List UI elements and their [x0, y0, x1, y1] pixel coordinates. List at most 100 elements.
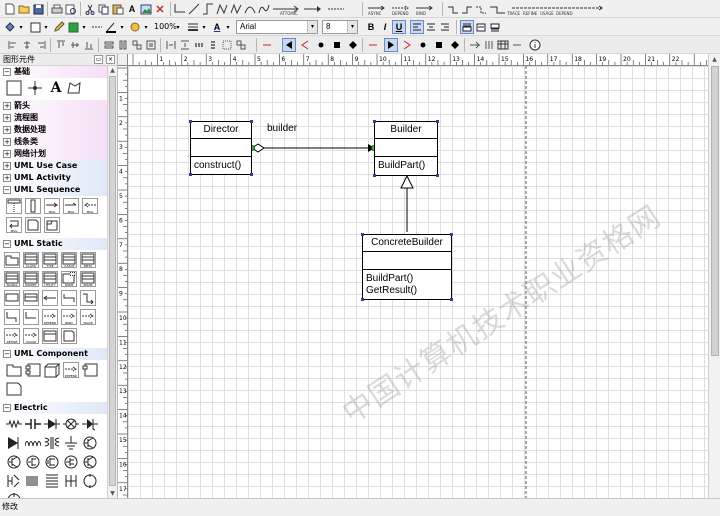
shadow-icon[interactable]	[128, 20, 142, 34]
connector-elbow-icon[interactable]	[173, 2, 187, 16]
static-parameterized-icon[interactable]: PARM	[61, 271, 77, 287]
align-left-icon[interactable]	[410, 20, 424, 34]
resistor-icon[interactable]	[6, 416, 22, 432]
line-end-arrow-filled-icon[interactable]	[384, 38, 398, 52]
category-uml-use-case[interactable]: + UML Use Case	[0, 160, 117, 172]
paste-icon[interactable]	[111, 2, 125, 16]
distribute-v-icon[interactable]	[206, 38, 220, 52]
transistor-icon[interactable]	[82, 435, 98, 451]
static-exception-icon[interactable]: EXCEPT	[23, 271, 39, 287]
static-refine-icon[interactable]: REFINE	[4, 328, 20, 344]
zoom-dropdown-icon[interactable]: ▾	[174, 20, 182, 34]
line-start-arrow-open-icon[interactable]	[298, 38, 312, 52]
freeform-shape-icon[interactable]	[66, 80, 82, 96]
seq-async-message-icon[interactable]: MSG	[63, 198, 79, 214]
diode-icon[interactable]	[44, 416, 60, 432]
align-objects-top-icon[interactable]	[54, 38, 68, 52]
relay-icon[interactable]	[25, 473, 41, 489]
drawing-canvas[interactable]: builder Director construct() Builder Bui…	[128, 66, 708, 498]
category-uml-static[interactable]: − UML Static	[0, 238, 117, 250]
info-icon[interactable]	[528, 38, 542, 52]
line-end-square-icon[interactable]	[432, 38, 446, 52]
ungroup-icon[interactable]	[234, 38, 248, 52]
category-network-plan[interactable]: + 网络计划	[0, 148, 117, 160]
category-flowchart[interactable]: + 流程图	[0, 112, 117, 124]
line-end-diamond-icon[interactable]	[448, 38, 462, 52]
same-height-icon[interactable]	[116, 38, 130, 52]
print-preview-icon[interactable]	[64, 2, 78, 16]
diode-triangle-icon[interactable]	[6, 435, 22, 451]
component-depend-icon[interactable]: DEPEND	[63, 362, 79, 378]
pencil-icon[interactable]	[52, 20, 66, 34]
palette-scrollbar[interactable]: ▲ ▼	[107, 66, 117, 498]
line-end-dot-icon[interactable]	[416, 38, 430, 52]
save-icon[interactable]	[31, 2, 45, 16]
green-fill-icon[interactable]	[66, 20, 80, 34]
connector-s1-icon[interactable]	[446, 2, 460, 16]
valign-middle-icon[interactable]	[474, 20, 488, 34]
category-data-processing[interactable]: + 数据处理	[0, 124, 117, 136]
connector-s3-icon[interactable]	[474, 2, 488, 16]
line-end-none-icon[interactable]	[366, 38, 380, 52]
arc-icon[interactable]	[243, 2, 257, 16]
static-utility-icon[interactable]: UTILITY	[42, 271, 58, 287]
align-objects-bottom-icon[interactable]	[82, 38, 96, 52]
static-component-icon[interactable]	[42, 328, 58, 344]
border-dropdown-icon[interactable]: ▾	[42, 20, 50, 34]
table-icon[interactable]	[496, 38, 510, 52]
image-icon[interactable]	[139, 2, 153, 16]
line-weight-dropdown-icon[interactable]: ▾	[200, 20, 208, 34]
pin-icon[interactable]: ▭	[94, 55, 103, 64]
curve-icon[interactable]	[257, 2, 271, 16]
fill-dropdown-icon[interactable]: ▾	[17, 20, 25, 34]
static-realization-icon[interactable]	[23, 309, 39, 325]
static-trace-icon[interactable]: TRACE	[80, 309, 96, 325]
line-arrow-icon[interactable]	[302, 2, 324, 16]
scroll-up-icon[interactable]: ▲	[108, 66, 117, 75]
static-interface-icon[interactable]: U-FACE	[61, 252, 77, 268]
green-dropdown-icon[interactable]: ▾	[80, 20, 88, 34]
shadow-dropdown-icon[interactable]: ▾	[142, 20, 150, 34]
line-start-dot-icon[interactable]	[314, 38, 328, 52]
valign-top-icon[interactable]	[460, 20, 474, 34]
font-size-select[interactable]: 8 ▾	[322, 20, 358, 34]
delete-icon[interactable]	[153, 2, 167, 16]
line-start-square-icon[interactable]	[330, 38, 344, 52]
seq-self-message-icon[interactable]: MSG	[6, 217, 22, 233]
switch-icon[interactable]	[6, 473, 22, 489]
open-folder-icon[interactable]	[17, 2, 31, 16]
align-objects-middle-icon[interactable]	[68, 38, 82, 52]
seq-frame-icon[interactable]	[44, 217, 60, 233]
line-dash-icon[interactable]	[326, 2, 348, 16]
line-start-none-icon[interactable]	[260, 38, 274, 52]
connector-s4-icon[interactable]	[488, 2, 508, 16]
align-objects-center-icon[interactable]	[20, 38, 34, 52]
align-right-icon[interactable]	[438, 20, 452, 34]
seq-message-icon[interactable]: MSG	[44, 198, 60, 214]
static-bind-icon[interactable]: BIND	[61, 309, 77, 325]
battery-icon[interactable]	[44, 473, 60, 489]
static-link-icon[interactable]	[61, 290, 77, 306]
polyline-icon[interactable]	[215, 2, 229, 16]
fet-icon[interactable]	[25, 454, 41, 470]
component-package-icon[interactable]	[6, 362, 22, 378]
align-objects-right-icon[interactable]	[34, 38, 48, 52]
text-shape-icon[interactable]: A	[48, 80, 64, 96]
line-weight-icon[interactable]	[186, 20, 200, 34]
static-package-icon[interactable]	[4, 252, 20, 268]
association-label[interactable]: builder	[267, 123, 297, 134]
center-page-icon[interactable]	[144, 38, 158, 52]
static-object-icon[interactable]	[4, 290, 20, 306]
zener-diode-icon[interactable]	[82, 416, 98, 432]
line-start-arrow-filled-icon[interactable]	[282, 38, 296, 52]
scroll-down-icon[interactable]: ▼	[108, 489, 117, 498]
distribute-h-icon[interactable]	[192, 38, 206, 52]
mosfet-icon[interactable]	[44, 454, 60, 470]
seq-note-icon[interactable]	[25, 217, 41, 233]
palette-scroll-thumb[interactable]	[109, 76, 116, 486]
bus-icon[interactable]	[63, 473, 79, 489]
category-uml-activity[interactable]: + UML Activity	[0, 172, 117, 184]
print-icon[interactable]	[50, 2, 64, 16]
fill-bucket-icon[interactable]	[3, 20, 17, 34]
static-instance-icon[interactable]	[23, 290, 39, 306]
